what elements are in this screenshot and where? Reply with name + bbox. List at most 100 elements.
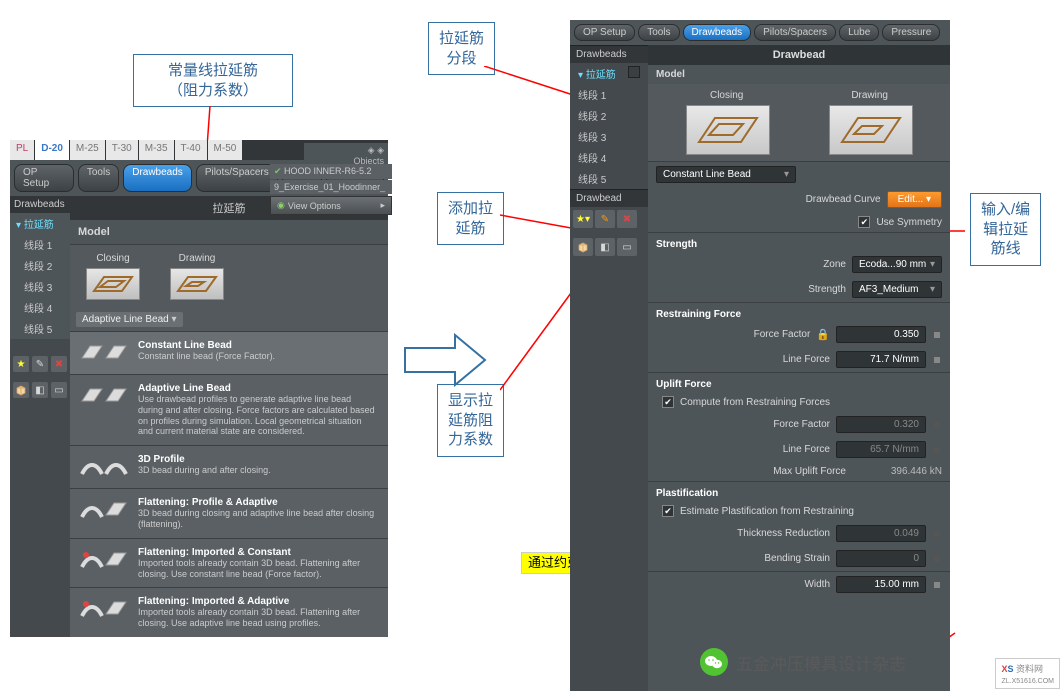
- rp-ff-label: Force Factor: [754, 329, 811, 340]
- rp-width-field[interactable]: 15.00 mm: [836, 576, 926, 593]
- rp-pill-pressure[interactable]: Pressure: [882, 24, 940, 41]
- view-options-btn[interactable]: ◉View Options▸: [270, 196, 392, 215]
- bead-flat-ic[interactable]: Flattening: Imported & Constant Imported…: [70, 538, 388, 588]
- tab-d20[interactable]: D-20: [35, 140, 69, 160]
- cube-icon[interactable]: [13, 382, 29, 398]
- rp-side-root[interactable]: ▾ 拉延筋: [570, 63, 648, 84]
- rp-zone-field[interactable]: Ecoda...90 mm: [852, 256, 942, 273]
- check-exercise[interactable]: 9_Exercise_01_Hoodinner_: [270, 180, 392, 194]
- bead-flat-pa-title: Flattening: Profile & Adaptive: [138, 497, 378, 508]
- rp-width-row: Width 15.00 mm: [648, 571, 950, 597]
- rp-max-row: Max Uplift Force 396.446 kN: [648, 462, 950, 481]
- side-root[interactable]: ▾ 拉延筋: [10, 213, 70, 234]
- rp-sym-check[interactable]: ✔: [858, 216, 870, 228]
- lock-icon[interactable]: 🔒: [816, 328, 830, 341]
- edit-icon[interactable]: ✎: [595, 210, 615, 228]
- root-vis-box[interactable]: [628, 66, 640, 78]
- tab-m25[interactable]: M-25: [70, 140, 105, 160]
- rp-compute-label: Compute from Restraining Forces: [680, 397, 830, 408]
- pencil-icon[interactable]: ✎: [32, 356, 48, 372]
- closing-cap: Closing: [86, 253, 140, 264]
- bead-constant[interactable]: Constant Line Bead Constant line bead (F…: [70, 331, 388, 374]
- star-icon[interactable]: ★: [13, 356, 29, 372]
- rp-pill-opsetup[interactable]: OP Setup: [574, 24, 635, 41]
- tab-m35[interactable]: M-35: [139, 140, 174, 160]
- rp-tool-row2: ◧ ▭: [570, 235, 648, 259]
- extra-icon[interactable]: ▭: [51, 382, 67, 398]
- side-item-5[interactable]: 线段 5: [10, 318, 70, 339]
- rp-lf-field[interactable]: 71.7 N/mm: [836, 351, 926, 368]
- rp-pill-row: OP Setup Tools Drawbeads Pilots/Spacers …: [570, 20, 950, 45]
- slider-icon: [932, 529, 942, 539]
- side-item-3[interactable]: 线段 3: [10, 276, 70, 297]
- slider-icon: [932, 554, 942, 564]
- rp-type-row: Constant Line Bead: [648, 161, 950, 187]
- check-hood[interactable]: HOOD INNER-R6-5.2: [270, 164, 392, 179]
- bead-constant-desc: Constant line bead (Force Factor).: [138, 351, 378, 362]
- rp-ff-row: Force Factor 🔒 0.350: [648, 322, 950, 347]
- palette-icon[interactable]: ◧: [32, 382, 48, 398]
- side-item-4[interactable]: 线段 4: [10, 297, 70, 318]
- rp-ff-field[interactable]: 0.350: [836, 326, 926, 343]
- side-item-2[interactable]: 线段 2: [10, 255, 70, 276]
- anno-text: 添加拉 延筋: [448, 200, 493, 237]
- rp-side-item-1[interactable]: 线段 1: [570, 84, 648, 105]
- footer: 五金冲压模具设计杂志: [700, 648, 906, 676]
- cube-icon[interactable]: [573, 238, 593, 256]
- pill-opsetup[interactable]: OP Setup: [14, 164, 74, 192]
- rp-bend-row: Bending Strain 0: [648, 546, 950, 571]
- rp-pill-tools[interactable]: Tools: [638, 24, 679, 41]
- add-icon[interactable]: ★▾: [573, 210, 593, 228]
- rp-thick-label: Thickness Reduction: [737, 528, 830, 539]
- rp-sec-plast: Plastification: [648, 481, 950, 501]
- rp-side-item-5[interactable]: 线段 5: [570, 168, 648, 189]
- pill-tools[interactable]: Tools: [78, 164, 119, 192]
- bead-flat-ia-icon: [80, 596, 128, 622]
- tab-m50[interactable]: M-50: [208, 140, 243, 160]
- tab-t40[interactable]: T-40: [175, 140, 207, 160]
- palette-icon[interactable]: ◧: [595, 238, 615, 256]
- tab-pl[interactable]: PL: [10, 140, 34, 160]
- rp-type-dropdown[interactable]: Constant Line Bead: [656, 166, 796, 183]
- rp-drawing-cap: Drawing: [851, 90, 888, 101]
- rp-est-check[interactable]: ✔: [662, 505, 674, 517]
- rp-bend-field: 0: [836, 550, 926, 567]
- rp-compute-check[interactable]: ✔: [662, 396, 674, 408]
- rp-side-bot[interactable]: Drawbead: [570, 189, 648, 207]
- bead-type-dropdown[interactable]: Adaptive Line Bead: [76, 312, 183, 327]
- big-arrow: [400, 330, 490, 390]
- left-dropdown-row: Adaptive Line Bead: [70, 308, 388, 331]
- bead-flat-ia[interactable]: Flattening: Imported & Adaptive Imported…: [70, 587, 388, 637]
- pill-pilots[interactable]: Pilots/Spacers: [196, 164, 278, 192]
- rp-side-header: Drawbeads: [570, 45, 648, 63]
- rp-side-item-4[interactable]: 线段 4: [570, 147, 648, 168]
- rp-edit-btn[interactable]: Edit...: [887, 191, 942, 208]
- anno-text: 常量线拉延筋 （阻力系数）: [168, 62, 258, 99]
- bead-3dprofile[interactable]: 3D Profile 3D bead during and after clos…: [70, 445, 388, 488]
- rp-pill-lube[interactable]: Lube: [839, 24, 879, 41]
- rp-zone-row: Zone Ecoda...90 mm: [648, 252, 950, 277]
- rp-strength-field[interactable]: AF3_Medium: [852, 281, 942, 298]
- delete-icon[interactable]: ✖: [51, 356, 67, 372]
- bead-3dprofile-title: 3D Profile: [138, 454, 378, 465]
- anno-segment: 拉延筋 分段: [428, 22, 495, 75]
- bead-flat-ic-desc: Imported tools already contain 3D bead. …: [138, 558, 378, 580]
- anno-show-ff: 显示拉 延筋阻 力系数: [437, 384, 504, 457]
- rp-pill-pilots[interactable]: Pilots/Spacers: [754, 24, 836, 41]
- drawing-img: [170, 268, 224, 300]
- tab-t30[interactable]: T-30: [106, 140, 138, 160]
- rp-pill-drawbeads[interactable]: Drawbeads: [683, 24, 752, 41]
- bead-adaptive-icon: [80, 383, 128, 409]
- delete-icon[interactable]: ✖: [617, 210, 637, 228]
- extra-icon[interactable]: ▭: [617, 238, 637, 256]
- rp-side-item-3[interactable]: 线段 3: [570, 126, 648, 147]
- rp-side-item-2[interactable]: 线段 2: [570, 105, 648, 126]
- pill-drawbeads[interactable]: Drawbeads: [123, 164, 192, 192]
- bead-flat-pa[interactable]: Flattening: Profile & Adaptive 3D bead d…: [70, 488, 388, 538]
- slider-icon[interactable]: [932, 580, 942, 590]
- slider-icon[interactable]: [932, 355, 942, 365]
- bead-adaptive[interactable]: Adaptive Line Bead Use drawbead profiles…: [70, 374, 388, 445]
- side-item-1[interactable]: 线段 1: [10, 234, 70, 255]
- rp-strength-row: Strength AF3_Medium: [648, 277, 950, 302]
- slider-icon[interactable]: [932, 330, 942, 340]
